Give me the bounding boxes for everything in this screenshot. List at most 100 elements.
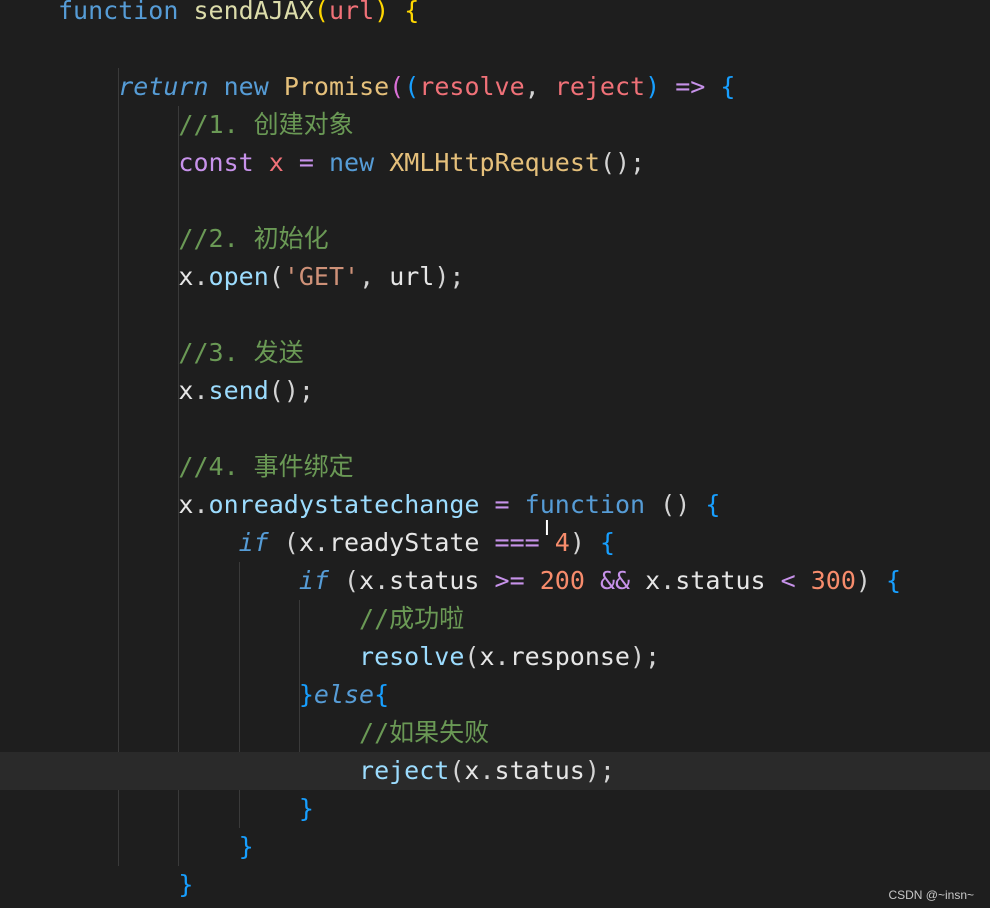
code-line[interactable]: } — [0, 828, 990, 866]
code-token: } — [238, 832, 254, 861]
code-line[interactable]: return new Promise((resolve, reject) => … — [0, 68, 990, 106]
code-token: response — [509, 642, 630, 671]
code-token: ( — [313, 0, 329, 25]
code-line[interactable] — [0, 30, 990, 68]
code-token: //2. 初始化 — [178, 224, 329, 253]
code-token: ( — [449, 756, 465, 785]
code-token: . — [313, 528, 329, 557]
code-editor[interactable]: function sendAJAX(url) { return new Prom… — [0, 0, 990, 908]
code-line[interactable]: //如果失败 — [0, 714, 990, 752]
code-token: url — [389, 262, 435, 291]
code-token: x — [359, 566, 375, 595]
code-line[interactable]: //3. 发送 — [0, 334, 990, 372]
code-token: . — [193, 376, 209, 405]
code-token: = — [494, 490, 510, 519]
code-token: //成功啦 — [359, 604, 465, 633]
code-line[interactable]: reject(x.status); — [0, 752, 990, 790]
code-token: x — [178, 376, 194, 405]
code-line[interactable]: x.onreadystatechange = function () { — [0, 486, 990, 524]
code-token: //4. 事件绑定 — [178, 452, 354, 481]
code-token: === — [494, 528, 540, 557]
code-line[interactable]: }else{ — [0, 676, 990, 714]
code-token: >= — [494, 566, 525, 595]
code-token: } — [298, 794, 314, 823]
code-token: ( — [464, 642, 480, 671]
code-token: 200 — [539, 566, 585, 595]
code-token: } — [298, 680, 314, 709]
code-token: && — [599, 566, 631, 595]
code-token: status — [389, 566, 480, 595]
code-token: open — [208, 262, 269, 291]
code-token: } — [178, 870, 194, 899]
code-line[interactable]: resolve(x.response); — [0, 638, 990, 676]
code-token: ); — [434, 262, 465, 291]
code-token: . — [479, 756, 495, 785]
code-token: reject — [359, 756, 450, 785]
code-token: (); — [599, 148, 646, 177]
code-token: ( — [389, 72, 405, 101]
code-line[interactable]: if (x.readyState === 4) { — [0, 524, 990, 562]
code-token: ( — [268, 528, 299, 557]
code-line[interactable]: const x = new XMLHttpRequest(); — [0, 144, 990, 182]
code-token: //3. 发送 — [178, 338, 304, 367]
code-line[interactable]: x.open('GET', url); — [0, 258, 990, 296]
code-token: . — [374, 566, 390, 595]
code-line[interactable]: function sendAJAX(url) { — [0, 0, 990, 30]
code-line[interactable]: //成功啦 — [0, 600, 990, 638]
code-token: x — [178, 490, 194, 519]
code-token: status — [494, 756, 585, 785]
code-token: function — [58, 0, 179, 25]
watermark: CSDN @~insn~ — [888, 888, 974, 902]
code-line[interactable]: if (x.status >= 200 && x.status < 300) { — [0, 562, 990, 600]
code-token: { — [886, 566, 902, 595]
code-line[interactable]: } — [0, 866, 990, 904]
code-token: 'GET' — [283, 262, 360, 291]
code-token: { — [374, 680, 390, 709]
code-line[interactable]: //2. 初始化 — [0, 220, 990, 258]
code-token: ( — [268, 262, 284, 291]
code-line[interactable]: x.send(); — [0, 372, 990, 410]
code-line[interactable] — [0, 296, 990, 334]
code-token: { — [705, 490, 721, 519]
code-token: if — [238, 528, 269, 557]
code-line[interactable]: //1. 创建对象 — [0, 106, 990, 144]
code-token: function — [524, 490, 646, 519]
code-token: ); — [584, 756, 615, 785]
code-token: = — [298, 148, 314, 177]
code-token: new — [329, 148, 375, 177]
code-line[interactable]: } — [0, 790, 990, 828]
code-line[interactable] — [0, 182, 990, 220]
code-token: //如果失败 — [359, 718, 490, 747]
code-token: send — [208, 376, 269, 405]
code-token: . — [193, 262, 209, 291]
code-line[interactable] — [0, 410, 990, 448]
code-token: , — [359, 262, 390, 291]
code-line[interactable]: //4. 事件绑定 — [0, 448, 990, 486]
code-token: () — [660, 490, 691, 519]
